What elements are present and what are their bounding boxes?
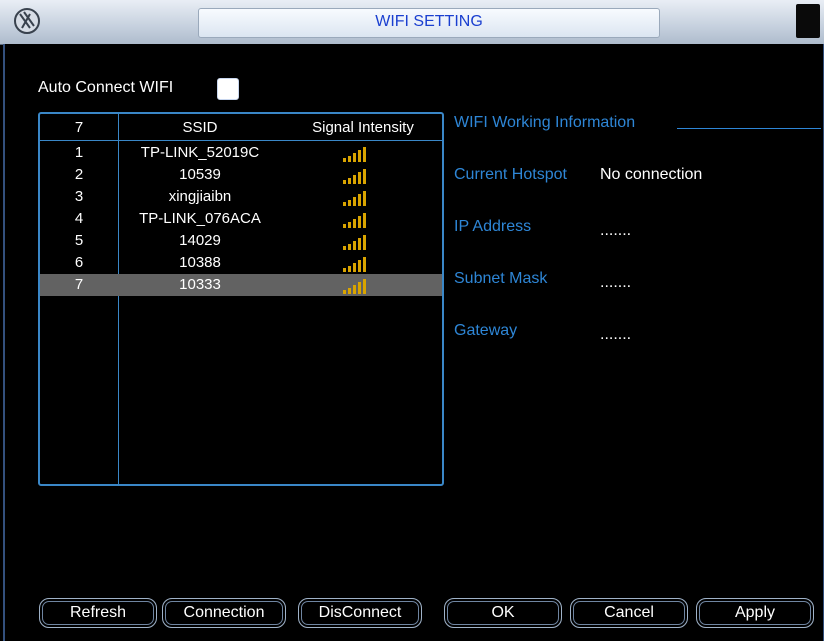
close-button[interactable] [796, 4, 820, 38]
row-ssid: 10388 [179, 254, 221, 271]
list-item[interactable]: 1 TP-LINK_52019C [40, 142, 442, 164]
refresh-button[interactable]: Refresh [39, 598, 157, 628]
signal-bars-icon [343, 235, 366, 250]
ok-button[interactable]: OK [444, 598, 562, 628]
signal-bars-icon [343, 169, 366, 184]
row-ssid: TP-LINK_52019C [140, 144, 260, 161]
row-number: 6 [74, 254, 84, 271]
window-title: WIFI SETTING [375, 13, 483, 30]
list-item[interactable]: 6 10388 [40, 252, 442, 274]
apply-button[interactable]: Apply [696, 598, 814, 628]
app-logo-icon [14, 8, 40, 34]
subnet-mask-value: ....... [600, 274, 632, 291]
ip-address-label: IP Address [454, 218, 532, 235]
current-hotspot-value: No connection [600, 166, 703, 183]
row-number: 2 [74, 166, 84, 183]
info-title-underline [677, 128, 821, 129]
connection-button[interactable]: Connection [162, 598, 286, 628]
row-ssid: 10539 [179, 166, 221, 183]
disconnect-button[interactable]: DisConnect [298, 598, 422, 628]
signal-bars-icon [343, 147, 366, 162]
subnet-mask-label: Subnet Mask [454, 270, 548, 287]
header-divider [40, 140, 442, 141]
row-ssid: 10333 [179, 276, 221, 293]
gateway-label: Gateway [454, 322, 518, 339]
gateway-value: ....... [600, 326, 632, 343]
auto-connect-checkbox[interactable] [217, 78, 239, 100]
list-item-selected[interactable]: 7 10333 [40, 274, 442, 296]
auto-connect-label: Auto Connect WIFI [38, 79, 174, 96]
row-number: 4 [74, 210, 84, 227]
row-number: 7 [74, 276, 84, 293]
row-number: 5 [74, 232, 84, 249]
column-header-count: 7 [74, 119, 84, 136]
row-number: 1 [74, 144, 84, 161]
row-ssid: 14029 [179, 232, 221, 249]
cancel-button[interactable]: Cancel [570, 598, 688, 628]
signal-bars-icon [343, 257, 366, 272]
row-ssid: xingjiaibn [168, 188, 232, 205]
signal-bars-icon [343, 279, 366, 294]
ip-address-value: ....... [600, 222, 632, 239]
list-item[interactable]: 4 TP-LINK_076ACA [40, 208, 442, 230]
column-header-ssid: SSID [182, 119, 218, 136]
row-ssid: TP-LINK_076ACA [139, 210, 261, 227]
column-header-signal: Signal Intensity [312, 119, 414, 136]
row-number: 3 [74, 188, 84, 205]
ssid-list[interactable]: 7 SSID Signal Intensity 1 TP-LINK_52019C… [38, 112, 444, 486]
current-hotspot-label: Current Hotspot [454, 166, 567, 183]
info-section-title: WIFI Working Information [454, 114, 636, 131]
list-item[interactable]: 2 10539 [40, 164, 442, 186]
title-bar: WIFI SETTING [0, 0, 824, 45]
signal-bars-icon [343, 191, 366, 206]
list-item[interactable]: 3 xingjiaibn [40, 186, 442, 208]
signal-bars-icon [343, 213, 366, 228]
list-item[interactable]: 5 14029 [40, 230, 442, 252]
